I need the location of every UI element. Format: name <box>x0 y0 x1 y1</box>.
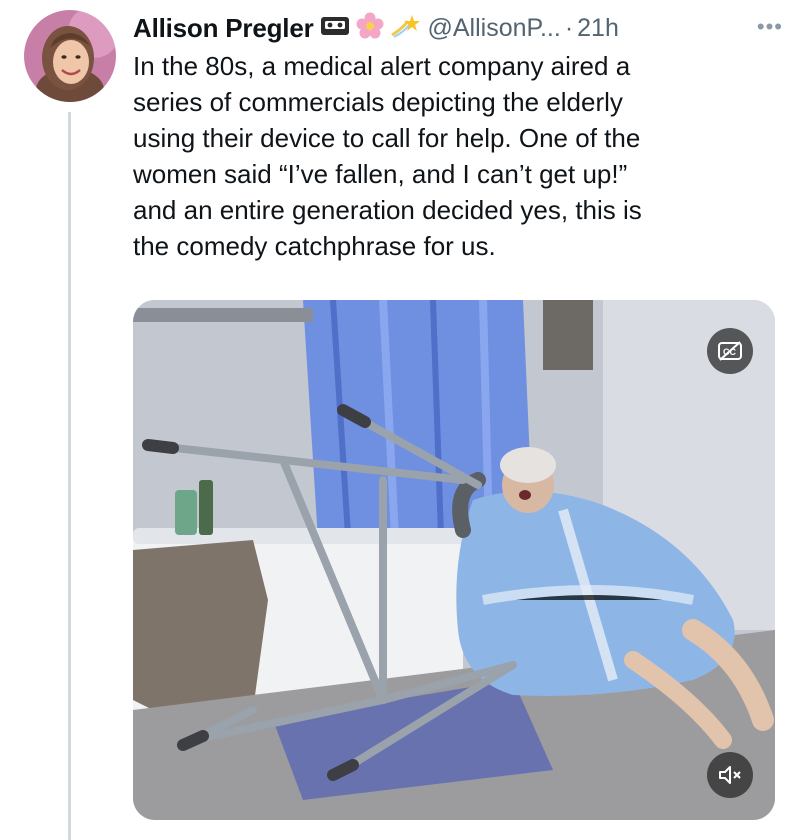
tweet-header: Allison Pregler @AllisonP... · 21h ••• <box>133 12 783 44</box>
more-options-icon[interactable]: ••• <box>757 14 783 40</box>
author-name[interactable]: Allison Pregler <box>133 13 314 44</box>
unmute-button[interactable] <box>707 752 753 798</box>
closed-captions-off-icon: CC <box>718 341 742 361</box>
shooting-star-icon <box>390 13 420 44</box>
thread-line <box>68 112 71 840</box>
avatar[interactable] <box>24 10 116 102</box>
closed-captions-button[interactable]: CC <box>707 328 753 374</box>
video-frame <box>133 300 775 820</box>
tweet-video[interactable]: CC <box>133 300 775 820</box>
author-handle[interactable]: @AllisonP... <box>428 14 561 43</box>
tweet-timestamp[interactable]: 21h <box>577 14 619 43</box>
tweet: Allison Pregler @AllisonP... · 21h ••• I… <box>0 0 800 840</box>
vhs-tape-icon <box>320 15 350 42</box>
tweet-text: In the 80s, a medical alert company aire… <box>133 51 642 261</box>
flower-icon <box>356 12 384 45</box>
speaker-muted-icon <box>719 766 741 784</box>
separator-dot: · <box>564 13 574 42</box>
